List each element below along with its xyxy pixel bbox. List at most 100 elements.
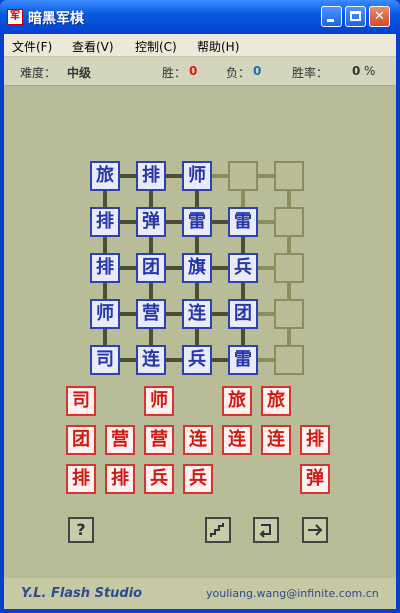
board-connector <box>212 220 228 224</box>
board-empty-slot[interactable] <box>274 207 304 237</box>
board-piece[interactable]: 雷 <box>228 345 258 375</box>
board-piece[interactable]: 师 <box>90 299 120 329</box>
help-button[interactable]: ? <box>68 517 94 543</box>
board-piece[interactable]: 连 <box>182 299 212 329</box>
board-connector <box>212 312 228 316</box>
board-empty-slot[interactable] <box>274 345 304 375</box>
board-piece[interactable]: 兵 <box>228 253 258 283</box>
board-piece[interactable]: 排 <box>90 207 120 237</box>
reserve-piece[interactable]: 司 <box>66 386 96 416</box>
board-connector <box>212 358 228 362</box>
board-connector <box>258 174 274 178</box>
reserve-piece[interactable]: 师 <box>144 386 174 416</box>
board-connector <box>241 283 245 299</box>
reserve-piece[interactable]: 旅 <box>222 386 252 416</box>
menu-view[interactable]: 查看(V) <box>72 38 114 55</box>
board-connector <box>258 358 274 362</box>
board-connector <box>120 174 136 178</box>
rate-value: 0 <box>352 64 361 78</box>
reserve-piece[interactable]: 排 <box>300 425 330 455</box>
board-connector <box>287 237 291 253</box>
close-button[interactable]: ✕ <box>369 6 390 27</box>
board-connector <box>212 174 228 178</box>
rate-unit: % <box>364 64 376 78</box>
board-piece[interactable]: 师 <box>182 161 212 191</box>
board-empty-slot[interactable] <box>228 161 258 191</box>
reserve-piece[interactable]: 连 <box>261 425 291 455</box>
contact-email[interactable]: youliang.wang@infinite.com.cn <box>206 587 379 600</box>
arrow-right-icon <box>308 524 323 536</box>
menu-help[interactable]: 帮助(H) <box>197 38 239 55</box>
board-piece[interactable]: 兵 <box>182 345 212 375</box>
win-value: 0 <box>189 64 198 78</box>
app-window: 军 暗黑军棋 ✕ 文件(F) 查看(V) 控制(C) 帮助(H) 难度： 中级 … <box>0 0 400 613</box>
board-piece[interactable]: 排 <box>136 161 166 191</box>
menu-file[interactable]: 文件(F) <box>12 38 52 55</box>
status-bar: 难度： 中级 胜： 0 负： 0 胜率： 0 % <box>4 57 396 86</box>
board-connector <box>149 283 153 299</box>
board-piece[interactable]: 旅 <box>90 161 120 191</box>
board-connector <box>149 191 153 207</box>
board-connector <box>103 191 107 207</box>
reserve-piece[interactable]: 连 <box>183 425 213 455</box>
board-connector <box>166 358 182 362</box>
reserve-piece[interactable]: 兵 <box>144 464 174 494</box>
board-connector <box>120 312 136 316</box>
menu-bar: 文件(F) 查看(V) 控制(C) 帮助(H) <box>4 34 396 57</box>
board-piece[interactable]: 排 <box>90 253 120 283</box>
board-empty-slot[interactable] <box>274 299 304 329</box>
footer: Y.L. Flash Studio youliang.wang@infinite… <box>4 578 396 609</box>
undo-button[interactable] <box>253 517 279 543</box>
reserve-piece[interactable]: 营 <box>144 425 174 455</box>
board-connector <box>120 220 136 224</box>
board-connector <box>103 329 107 345</box>
board-connector <box>195 283 199 299</box>
minimize-button[interactable] <box>321 6 342 27</box>
board-piece[interactable]: 雷 <box>228 207 258 237</box>
board-piece[interactable]: 雷 <box>182 207 212 237</box>
board-connector <box>241 191 245 207</box>
window-title: 暗黑军棋 <box>28 11 84 27</box>
rate-label: 胜率： <box>292 66 329 80</box>
reserve-piece[interactable]: 连 <box>222 425 252 455</box>
board-connector <box>166 220 182 224</box>
board-connector <box>212 266 228 270</box>
board-connector <box>258 220 274 224</box>
reserve-piece[interactable]: 排 <box>66 464 96 494</box>
studio-credit: Y.L. Flash Studio <box>21 586 143 601</box>
board-connector <box>258 312 274 316</box>
board-connector <box>287 329 291 345</box>
board-piece[interactable]: 营 <box>136 299 166 329</box>
board-piece[interactable]: 旗 <box>182 253 212 283</box>
difficulty-label: 难度： <box>20 66 57 80</box>
board-connector <box>120 358 136 362</box>
board-piece[interactable]: 弹 <box>136 207 166 237</box>
board-connector <box>241 237 245 253</box>
title-bar[interactable]: 军 暗黑军棋 ✕ <box>0 0 400 34</box>
board-piece[interactable]: 团 <box>136 253 166 283</box>
menu-control[interactable]: 控制(C) <box>135 38 177 55</box>
reserve-piece[interactable]: 排 <box>105 464 135 494</box>
close-icon: ✕ <box>374 9 385 24</box>
next-button[interactable] <box>302 517 328 543</box>
board-empty-slot[interactable] <box>274 161 304 191</box>
reserve-piece[interactable]: 弹 <box>300 464 330 494</box>
win-label: 胜： <box>162 66 187 80</box>
board-piece[interactable]: 团 <box>228 299 258 329</box>
game-board: 旅排师排弹雷雷排团旗兵师营连团司连兵雷 司师旅旅团营营连连连排排排兵兵弹 ? <box>4 85 396 565</box>
maximize-button[interactable] <box>345 6 366 27</box>
reserve-piece[interactable]: 兵 <box>183 464 213 494</box>
lose-label: 负： <box>226 66 251 80</box>
board-connector <box>166 174 182 178</box>
board-empty-slot[interactable] <box>274 253 304 283</box>
step-button[interactable] <box>205 517 231 543</box>
reserve-piece[interactable]: 营 <box>105 425 135 455</box>
board-connector <box>149 237 153 253</box>
reserve-piece[interactable]: 旅 <box>261 386 291 416</box>
client-area: 文件(F) 查看(V) 控制(C) 帮助(H) 难度： 中级 胜： 0 负： 0… <box>4 34 396 609</box>
board-piece[interactable]: 连 <box>136 345 166 375</box>
reserve-piece[interactable]: 团 <box>66 425 96 455</box>
board-piece[interactable]: 司 <box>90 345 120 375</box>
board-connector <box>195 237 199 253</box>
board-connector <box>103 237 107 253</box>
